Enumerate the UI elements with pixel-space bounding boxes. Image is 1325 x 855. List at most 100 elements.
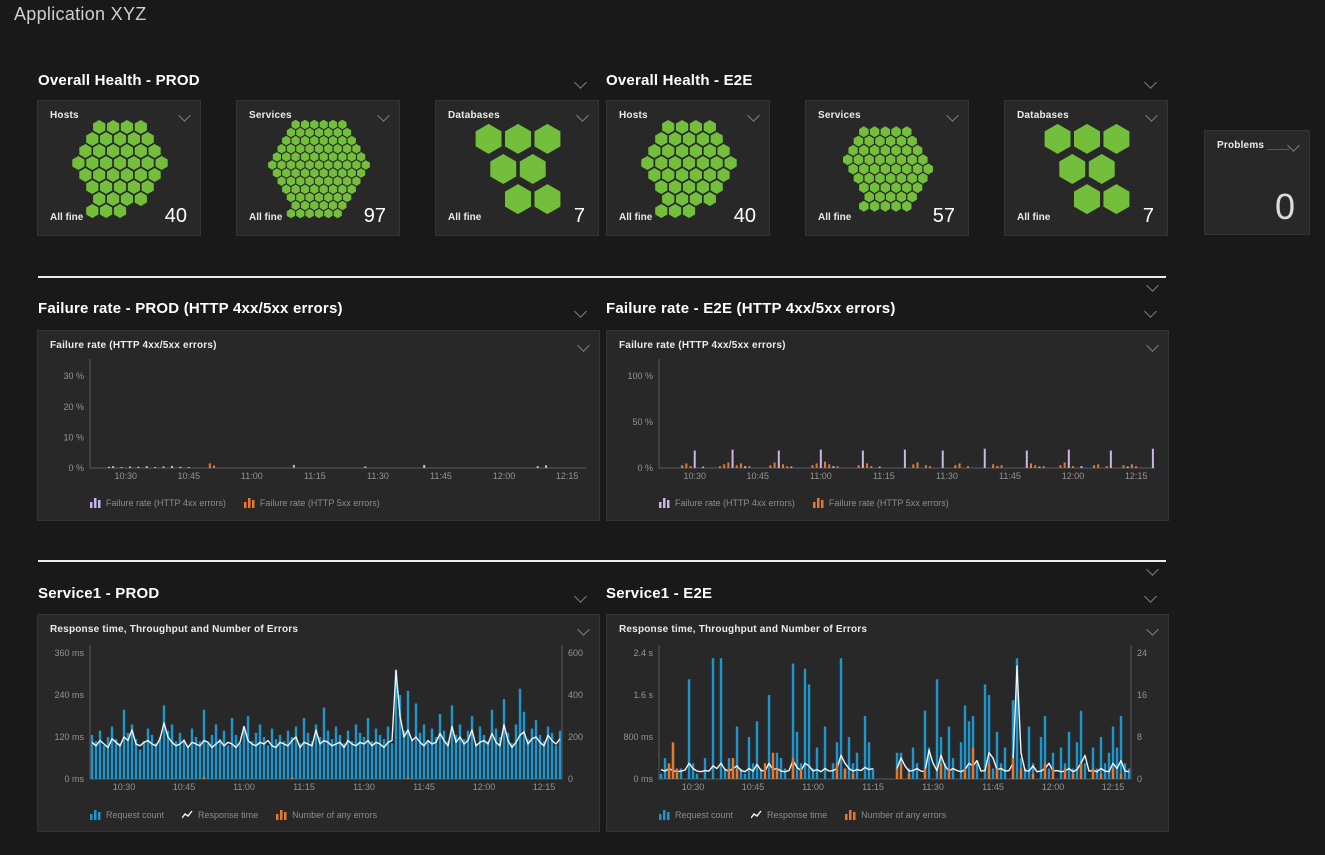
hexagon-entity[interactable] — [711, 132, 723, 146]
hexagon-entity[interactable] — [891, 164, 901, 175]
hexagon-entity[interactable] — [1059, 154, 1085, 184]
hexagon-entity[interactable] — [690, 144, 702, 158]
hexagon-entity[interactable] — [362, 160, 370, 170]
hexagon-entity[interactable] — [843, 154, 853, 165]
hexagon-entity[interactable] — [121, 120, 133, 134]
legend-item[interactable]: Response time — [182, 809, 258, 820]
hexagon-entity[interactable] — [301, 201, 309, 211]
hexagon-entity[interactable] — [886, 154, 895, 165]
hexagon-entity[interactable] — [924, 164, 934, 175]
hexagon-entity[interactable] — [704, 168, 716, 182]
hexagon-entity[interactable] — [86, 180, 98, 194]
hexagon-entity[interactable] — [676, 144, 688, 158]
chevron-down-icon[interactable] — [1146, 279, 1159, 292]
hexagon-entity[interactable] — [282, 152, 290, 162]
hexagon-entity[interactable] — [320, 185, 328, 195]
hexagon-entity[interactable] — [296, 176, 304, 186]
hexagon-entity[interactable] — [315, 160, 323, 170]
hexagon-entity[interactable] — [100, 132, 112, 146]
hexagon-entity[interactable] — [107, 192, 119, 206]
hexagon-entity[interactable] — [655, 204, 667, 218]
hexagon-entity[interactable] — [913, 164, 923, 175]
hexagon-entity[interactable] — [100, 180, 112, 194]
hexagon-entity[interactable] — [315, 144, 323, 154]
hexagon-entity[interactable] — [93, 168, 105, 182]
hexagon-entity[interactable] — [310, 185, 318, 195]
health-tile-databases-prod[interactable]: Databases All fine 7 — [435, 100, 599, 236]
hexagon-entity[interactable] — [907, 154, 917, 165]
hexagon-entity[interactable] — [865, 173, 874, 184]
hexagon-entity[interactable] — [100, 204, 112, 218]
hexagon-entity[interactable] — [301, 120, 309, 130]
hexagon-entity[interactable] — [1045, 124, 1071, 154]
hexagon-entity[interactable] — [334, 176, 342, 186]
hexagon-entity[interactable] — [315, 209, 323, 219]
hexagon-entity[interactable] — [86, 156, 98, 170]
hexagon-entity[interactable] — [278, 144, 286, 154]
chevron-down-icon[interactable] — [1146, 563, 1159, 576]
hexagon-entity[interactable] — [282, 136, 290, 146]
hexagon-entity[interactable] — [870, 182, 879, 193]
hexagon-entity[interactable] — [301, 152, 309, 162]
hexagon-entity[interactable] — [655, 156, 667, 170]
hexagon-entity[interactable] — [357, 168, 365, 178]
hexagon-entity[interactable] — [913, 182, 923, 193]
hexagon-entity[interactable] — [310, 136, 318, 146]
health-tile-hosts-e2e[interactable]: Hosts All fine 40 — [606, 100, 770, 236]
hexagon-entity[interactable] — [697, 132, 709, 146]
hexagon-entity[interactable] — [913, 145, 923, 156]
hexagon-entity[interactable] — [870, 126, 879, 137]
hexagon-entity[interactable] — [505, 124, 531, 154]
hexagon-entity[interactable] — [348, 168, 356, 178]
hexagon-entity[interactable] — [100, 156, 112, 170]
hexagon-entity[interactable] — [149, 144, 161, 158]
legend-item[interactable]: Failure rate (HTTP 5xx errors) — [813, 497, 949, 508]
hexagon-entity[interactable] — [902, 164, 911, 175]
hexagon-entity[interactable] — [348, 185, 356, 195]
hexagon-entity[interactable] — [886, 173, 895, 184]
hexagon-entity[interactable] — [1074, 124, 1100, 154]
hexagon-entity[interactable] — [711, 156, 723, 170]
chart-canvas[interactable]: 0 ms800 ms1.6 s2.4 s08162410:3010:4511:0… — [607, 615, 1170, 833]
hexagon-entity[interactable] — [348, 152, 356, 162]
hexagon-entity[interactable] — [690, 168, 702, 182]
hexagon-entity[interactable] — [902, 201, 911, 212]
hexagon-entity[interactable] — [881, 145, 890, 156]
hexagon-entity[interactable] — [324, 144, 332, 154]
hexagon-entity[interactable] — [902, 145, 911, 156]
problems-tile[interactable]: Problems 0 — [1204, 130, 1310, 235]
hexagon-entity[interactable] — [870, 145, 879, 156]
hexagon-entity[interactable] — [278, 176, 286, 186]
hexagon-entity[interactable] — [324, 193, 332, 203]
hexagon-entity[interactable] — [287, 128, 295, 138]
hexagon-entity[interactable] — [490, 154, 516, 184]
hexagon-entity[interactable] — [704, 144, 716, 158]
hexagon-entity[interactable] — [296, 193, 304, 203]
hexagon-entity[interactable] — [683, 180, 695, 194]
hexagon-entity[interactable] — [535, 124, 561, 154]
hexagon-entity[interactable] — [854, 154, 864, 165]
hexagon-entity[interactable] — [334, 160, 342, 170]
hexagon-entity[interactable] — [907, 173, 917, 184]
hexagon-entity[interactable] — [315, 193, 323, 203]
chevron-down-icon[interactable] — [1144, 76, 1157, 89]
health-tile-services-e2e[interactable]: Services All fine 57 — [805, 100, 969, 236]
hexagon-entity[interactable] — [897, 173, 906, 184]
hexagon-entity[interactable] — [334, 193, 342, 203]
hexagon-entity[interactable] — [93, 120, 105, 134]
hexagon-entity[interactable] — [352, 160, 360, 170]
hexagon-entity[interactable] — [107, 120, 119, 134]
hexagon-entity[interactable] — [870, 201, 879, 212]
hexagon-entity[interactable] — [1104, 124, 1130, 154]
hexagon-entity[interactable] — [142, 156, 154, 170]
hexagon-entity[interactable] — [268, 160, 276, 170]
hexagon-entity[interactable] — [310, 201, 318, 211]
hexagon-entity[interactable] — [324, 209, 332, 219]
hexagon-entity[interactable] — [343, 193, 351, 203]
hexagon-entity[interactable] — [1089, 154, 1115, 184]
hexagon-entity[interactable] — [121, 192, 133, 206]
chevron-down-icon[interactable] — [574, 76, 587, 89]
hexagon-entity[interactable] — [287, 176, 295, 186]
hexagon-entity[interactable] — [662, 144, 674, 158]
hexagon-entity[interactable] — [292, 185, 300, 195]
